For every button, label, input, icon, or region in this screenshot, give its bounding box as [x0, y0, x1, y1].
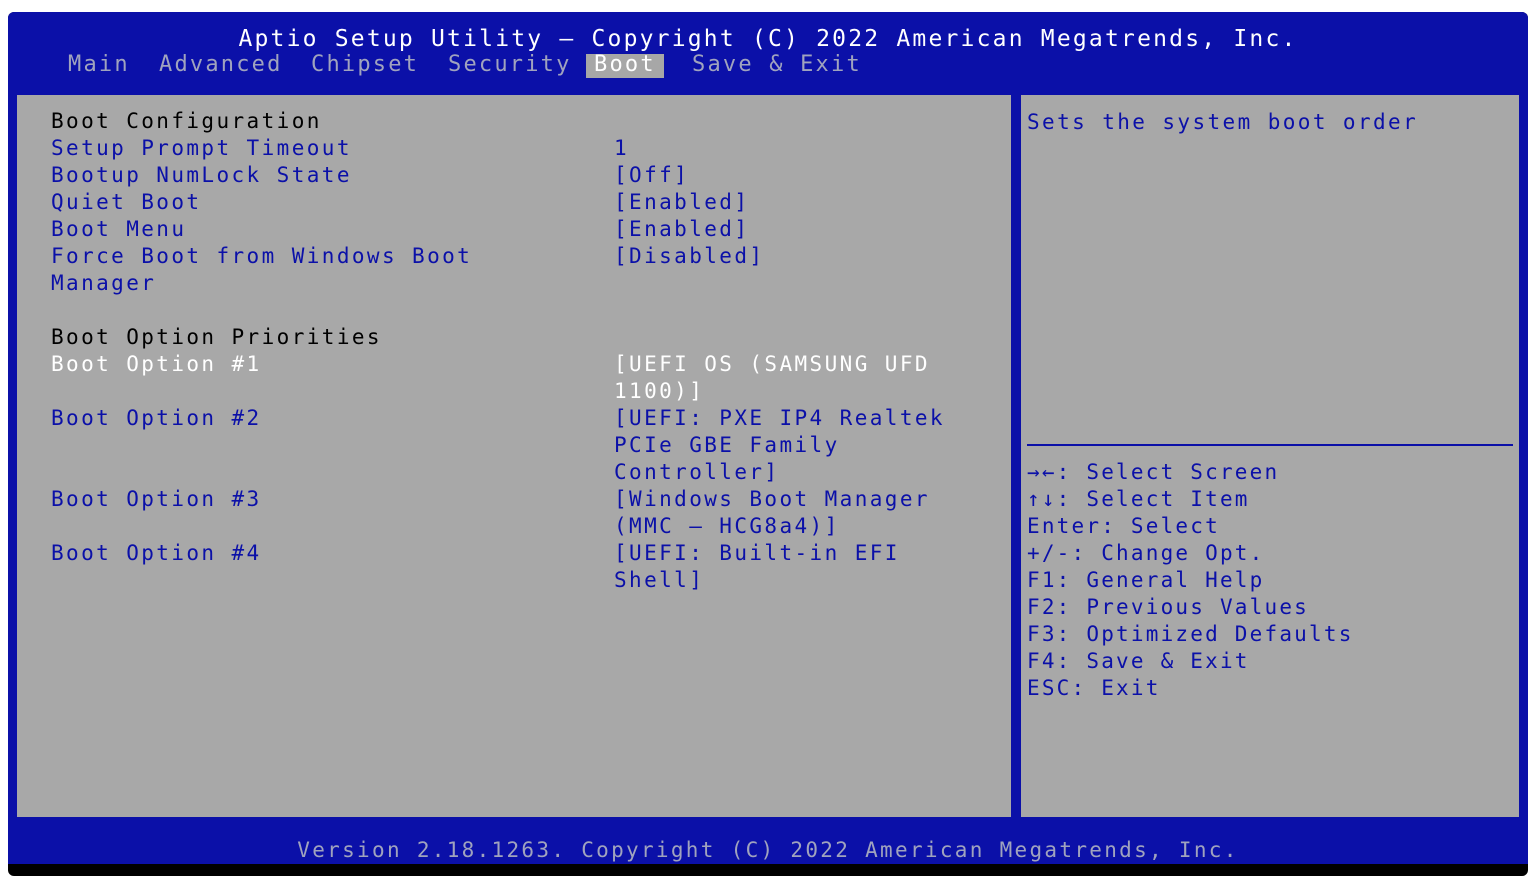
boot-option-4-value[interactable]: [UEFI: Built-in EFI [614, 540, 900, 567]
boot-menu-label[interactable]: Boot Menu [51, 216, 186, 243]
tab-boot[interactable]: Boot [586, 54, 664, 78]
footer-bar: Version 2.18.1263. Copyright (C) 2022 Am… [8, 836, 1528, 864]
help-description: Sets the system boot order [1027, 110, 1419, 134]
bios-screen: Aptio Setup Utility – Copyright (C) 2022… [8, 12, 1528, 876]
bootup-numlock-state-value[interactable]: [Off] [614, 162, 689, 189]
title-bar: Aptio Setup Utility – Copyright (C) 2022… [8, 12, 1528, 78]
version-text: Version 2.18.1263. Copyright (C) 2022 Am… [297, 838, 1239, 862]
force-boot-value[interactable]: [Disabled] [614, 243, 764, 270]
force-boot-label[interactable]: Force Boot from Windows Boot [51, 243, 472, 270]
boot-option-1-value[interactable]: [UEFI OS (SAMSUNG UFD [614, 351, 930, 378]
boot-option-2-label[interactable]: Boot Option #2 [51, 405, 262, 432]
boot-option-1-label[interactable]: Boot Option #1 [51, 351, 262, 378]
boot-option-3-label[interactable]: Boot Option #3 [51, 486, 262, 513]
section-title-boot-configuration: Boot Configuration [51, 109, 322, 133]
tab-save-exit[interactable]: Save & Exit [684, 54, 870, 78]
boot-option-3-value[interactable]: [Windows Boot Manager [614, 486, 930, 513]
tab-main[interactable]: Main [60, 54, 138, 78]
quiet-boot-value[interactable]: [Enabled] [614, 189, 749, 216]
force-boot-label-continued[interactable]: Manager [51, 270, 156, 297]
boot-menu-value[interactable]: [Enabled] [614, 216, 749, 243]
setup-prompt-timeout-label[interactable]: Setup Prompt Timeout [51, 135, 352, 162]
quiet-boot-label[interactable]: Quiet Boot [51, 189, 201, 216]
key-hint-esc: ESC: Exit [1027, 676, 1161, 700]
help-divider [1027, 444, 1513, 446]
tab-security[interactable]: Security [440, 54, 580, 78]
app-title: Aptio Setup Utility – Copyright (C) 2022… [238, 26, 1298, 52]
key-hint-f3: F3: Optimized Defaults [1027, 622, 1354, 646]
boot-option-1-value-continued[interactable]: 1100)] [614, 378, 704, 405]
key-hint-select-item: ↑↓: Select Item [1027, 487, 1250, 511]
key-hint-f2: F2: Previous Values [1027, 595, 1310, 619]
main-area: Boot Configuration Setup Prompt Timeout … [8, 78, 1528, 836]
setup-prompt-timeout-value[interactable]: 1 [614, 135, 629, 162]
tab-advanced[interactable]: Advanced [151, 54, 291, 78]
key-hint-enter: Enter: Select [1027, 514, 1220, 538]
boot-option-2-value-continued-2[interactable]: Controller] [614, 459, 779, 486]
help-pane: Sets the system boot order →←: Select Sc… [1018, 92, 1522, 820]
settings-pane: Boot Configuration Setup Prompt Timeout … [14, 92, 1014, 820]
boot-option-2-value[interactable]: [UEFI: PXE IP4 Realtek [614, 405, 945, 432]
boot-option-4-label[interactable]: Boot Option #4 [51, 540, 262, 567]
boot-option-3-value-continued[interactable]: (MMC – HCG8a4)] [614, 513, 840, 540]
key-hint-change-opt: +/-: Change Opt. [1027, 541, 1265, 565]
boot-option-2-value-continued[interactable]: PCIe GBE Family [614, 432, 840, 459]
key-hint-f1: F1: General Help [1027, 568, 1265, 592]
tab-chipset[interactable]: Chipset [303, 54, 427, 78]
section-title-boot-option-priorities: Boot Option Priorities [51, 325, 382, 349]
key-hint-select-screen: →←: Select Screen [1027, 460, 1280, 484]
boot-option-4-value-continued[interactable]: Shell] [614, 567, 704, 594]
key-hint-f4: F4: Save & Exit [1027, 649, 1250, 673]
bootup-numlock-state-label[interactable]: Bootup NumLock State [51, 162, 352, 189]
